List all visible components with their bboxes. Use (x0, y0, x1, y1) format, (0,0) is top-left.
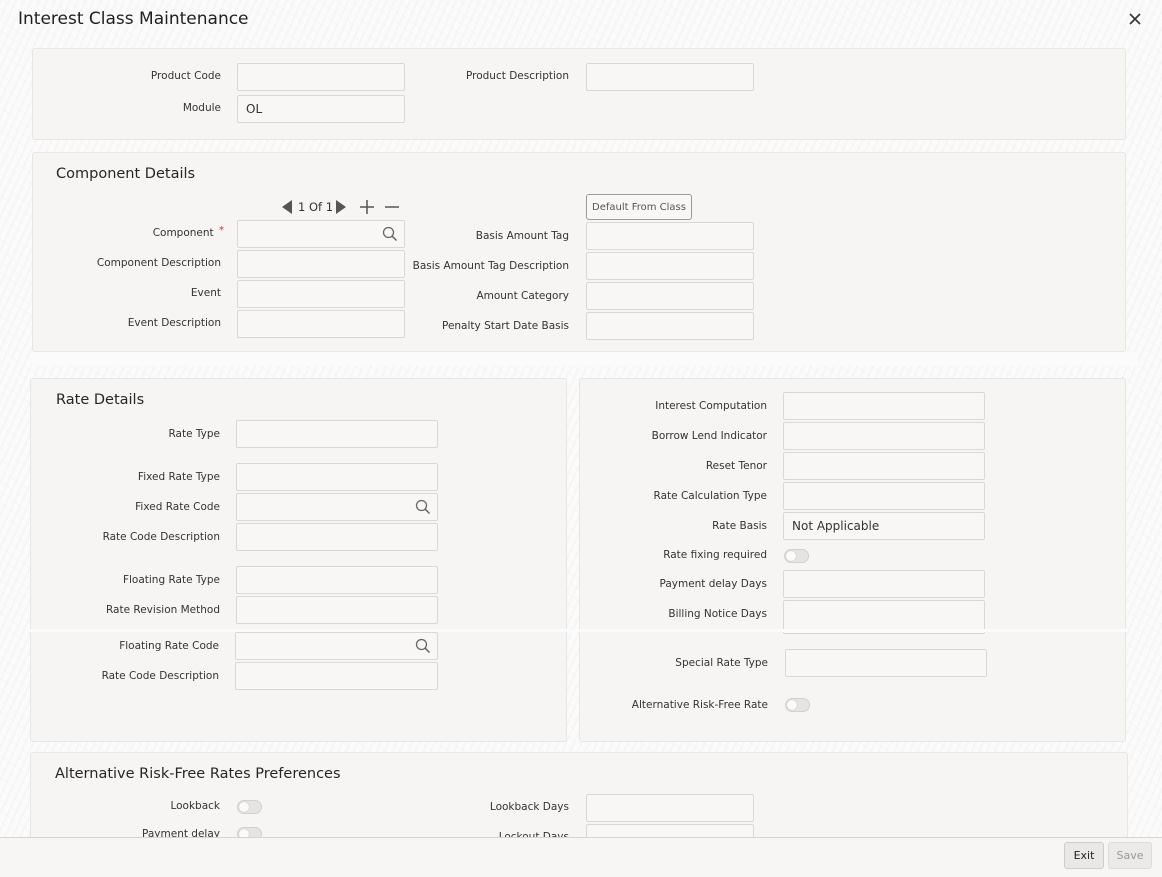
floating-rate-code-label: Floating Rate Code (119, 640, 219, 652)
rate-fixing-required-toggle[interactable] (784, 549, 809, 563)
interest-computation-label: Interest Computation (655, 400, 767, 412)
alternative-rfr-toggle[interactable] (785, 698, 810, 712)
arfr-preferences-title: Alternative Risk-Free Rates Preferences (55, 766, 341, 782)
fixed-rate-type-input[interactable] (236, 463, 438, 491)
prev-arrow-icon[interactable] (280, 199, 294, 215)
component-label-text: Component (152, 227, 214, 239)
event-input[interactable] (237, 280, 405, 308)
next-arrow-icon[interactable] (334, 199, 348, 215)
floating-rate-code-input[interactable] (235, 632, 438, 660)
reset-tenor-label: Reset Tenor (705, 460, 767, 472)
payment-delay-days-label: Payment delay Days (659, 578, 767, 590)
floating-rate-type-input[interactable] (236, 566, 438, 594)
rate-revision-method-label: Rate Revision Method (105, 604, 220, 616)
fixed-rate-code-input[interactable] (236, 493, 438, 521)
page-title: Interest Class Maintenance (18, 9, 249, 29)
rate-code-description-input[interactable] (236, 523, 438, 551)
amount-category-input[interactable] (586, 282, 754, 310)
section-divider (32, 352, 1138, 366)
event-description-input[interactable] (237, 310, 405, 338)
basis-amount-tag-input[interactable] (586, 222, 754, 250)
product-code-label: Product Code (150, 70, 221, 82)
interest-computation-input[interactable] (783, 392, 985, 420)
rate-revision-method-input[interactable] (236, 596, 438, 624)
component-details-title: Component Details (56, 166, 196, 182)
component-input[interactable] (237, 220, 405, 248)
floating-rate-type-label: Floating Rate Type (122, 574, 220, 586)
floating-rate-code-description-label: Rate Code Description (101, 670, 219, 682)
lookback-days-input[interactable] (586, 794, 754, 822)
alternative-rfr-label: Alternative Risk-Free Rate (631, 699, 768, 711)
basis-amount-tag-label: Basis Amount Tag (475, 230, 569, 242)
rate-details-title: Rate Details (56, 392, 145, 408)
rate-code-description-label: Rate Code Description (102, 531, 220, 543)
section-overlap-strip (30, 629, 1128, 632)
borrow-lend-indicator-input[interactable] (783, 422, 985, 450)
event-label: Event (190, 287, 221, 299)
amount-category-label: Amount Category (476, 290, 569, 302)
reset-tenor-input[interactable] (783, 452, 985, 480)
exit-button[interactable]: Exit (1064, 842, 1104, 869)
fixed-rate-type-label: Fixed Rate Type (137, 471, 220, 483)
product-description-input[interactable] (586, 63, 754, 91)
borrow-lend-indicator-label: Borrow Lend Indicator (651, 430, 767, 442)
component-label: Component * (110, 225, 224, 239)
close-icon[interactable] (1126, 8, 1144, 28)
rate-calculation-type-input[interactable] (783, 482, 985, 510)
special-rate-type-label: Special Rate Type (675, 657, 768, 669)
rate-calculation-type-label: Rate Calculation Type (653, 490, 767, 502)
lookback-toggle[interactable] (237, 800, 262, 814)
module-value: OL (246, 102, 263, 116)
billing-notice-days-label: Billing Notice Days (668, 608, 767, 620)
save-button[interactable]: Save (1108, 842, 1152, 869)
basis-amount-tag-description-label: Basis Amount Tag Description (412, 260, 569, 272)
default-from-class-button[interactable]: Default From Class (586, 194, 692, 220)
rate-type-input[interactable] (236, 420, 438, 448)
component-description-input[interactable] (237, 250, 405, 278)
rate-fixing-required-label: Rate fixing required (663, 549, 767, 561)
module-input[interactable]: OL (237, 95, 405, 123)
header-panel (32, 48, 1126, 140)
rate-basis-label: Rate Basis (712, 520, 767, 532)
fixed-rate-code-label: Fixed Rate Code (135, 501, 220, 513)
penalty-start-date-basis-label: Penalty Start Date Basis (441, 320, 569, 332)
lookback-days-label: Lookback Days (489, 801, 569, 813)
basis-amount-tag-description-input[interactable] (586, 252, 754, 280)
minus-icon[interactable] (384, 199, 400, 215)
product-code-input[interactable] (237, 63, 405, 91)
rate-basis-input[interactable]: Not Applicable (783, 512, 985, 540)
plus-icon[interactable] (359, 199, 375, 215)
event-description-label: Event Description (127, 317, 221, 329)
pager-text: 1 Of 1 (298, 200, 334, 214)
rate-type-label: Rate Type (168, 428, 220, 440)
module-label: Module (182, 102, 221, 114)
special-rate-type-input[interactable] (785, 649, 987, 677)
penalty-start-date-basis-input[interactable] (586, 312, 754, 340)
search-icon[interactable] (382, 226, 398, 242)
component-description-label: Component Description (96, 257, 221, 269)
product-description-label: Product Description (465, 70, 569, 82)
lookback-label: Lookback (170, 800, 220, 812)
footer-bar (0, 837, 1162, 877)
required-marker: * (219, 225, 224, 236)
search-icon[interactable] (415, 499, 431, 515)
search-icon[interactable] (415, 638, 431, 654)
rate-basis-value: Not Applicable (792, 519, 880, 533)
floating-rate-code-description-input[interactable] (235, 662, 438, 690)
payment-delay-days-input[interactable] (783, 570, 985, 598)
